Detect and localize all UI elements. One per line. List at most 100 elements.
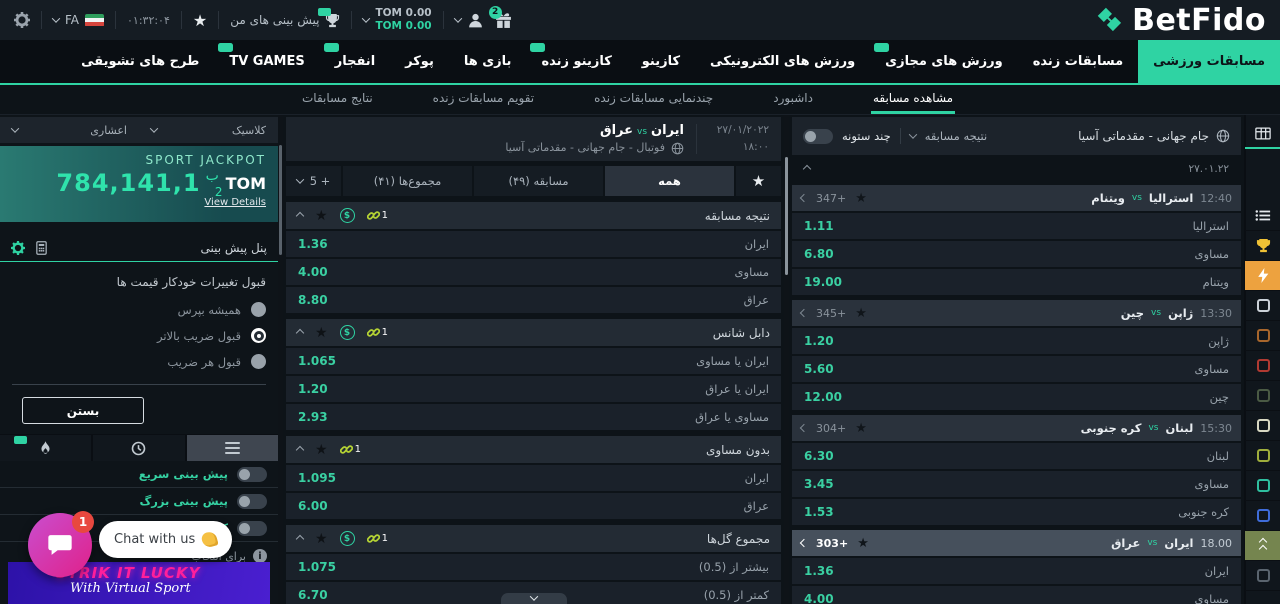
odds-row[interactable]: 2.93 مساوی یا عراق [286,404,781,430]
match-row-header[interactable]: +304 ★ 15:30 لبنان vs کره جنوبی [792,415,1241,441]
odds-row[interactable]: 1.20 ایران یا عراق [286,376,781,402]
odds-row[interactable]: 5.60 مساوی [792,356,1241,382]
match-star-icon[interactable]: ★ [855,421,867,436]
odds-row[interactable]: 1.065 ایران یا مساوی [286,348,781,374]
market-filter-select[interactable]: نتیجه مسابقه [925,129,988,143]
scrollbar-thumb[interactable] [279,145,282,255]
nav-item[interactable]: کازینو زنده [526,40,626,83]
odds-row[interactable]: 8.80 عراق [286,287,781,313]
odds-row[interactable]: 1.36 ایران [286,231,781,257]
market-header[interactable]: ★ $ 1 مجموع گل‌ها [286,525,781,552]
collapse-icon[interactable] [803,165,811,173]
nav-item[interactable]: انفجار [320,40,390,83]
market-tab[interactable]: مجموع‌ها (۴۱) [343,166,472,196]
gift-button[interactable]: 2 [495,12,512,29]
collapse-all-icon[interactable] [1245,531,1280,561]
nav-item[interactable]: ورزش های مجازی [870,40,1018,83]
more-markets-count[interactable]: +347 [816,192,846,205]
odds-row[interactable]: 1.36 ایران [792,558,1241,584]
market-tab[interactable]: مسابقه (۴۹) [474,166,603,196]
date-group-row[interactable]: ۲۷.۰۱.۲۲ [792,158,1241,180]
scrollbar[interactable] [784,115,789,604]
sport-flag-icon[interactable] [1245,441,1280,471]
radio-option[interactable]: همیشه بپرس [12,302,266,317]
subnav-item[interactable]: مشاهده مسابقه [871,85,955,114]
more-markets-count[interactable]: +345 [816,307,846,320]
toggle-switch[interactable] [237,494,267,509]
nav-item[interactable]: بازی ها [449,40,527,83]
odds-row[interactable]: 1.53 کره جنوبی [792,499,1241,525]
match-star-icon[interactable]: ★ [855,191,867,206]
collapse-icon[interactable] [296,445,304,453]
nav-item[interactable]: مسابقات زنده [1018,40,1138,83]
subnav-item[interactable]: داشبورد [771,85,815,114]
sport-flag-icon[interactable] [1245,471,1280,501]
scroll-down-button[interactable] [501,593,567,604]
sidebar-toggle-row[interactable]: پیش بینی بزرگ [0,488,278,515]
calculator-icon[interactable] [35,241,48,255]
odds-format-classic[interactable]: کلاسیک [139,117,278,143]
match-row-header[interactable]: +347 ★ 12:40 استرالیا vs ویتنام [792,185,1241,211]
sport-flag-icon[interactable] [1245,291,1280,321]
nav-item[interactable]: مسابقات ورزشی [1138,40,1280,83]
close-button[interactable]: بستن [22,397,144,424]
odds-row[interactable]: 19.00 ویتنام [792,269,1241,295]
more-markets-count[interactable]: +304 [816,422,846,435]
scrollbar-thumb[interactable] [785,157,788,275]
multi-column-toggle[interactable] [803,129,833,144]
market-header[interactable]: ★ $ 1 دابل شانس [286,319,781,346]
odds-row[interactable]: 1.11 استرالیا [792,213,1241,239]
account-menu[interactable] [455,12,484,29]
sport-jackpot-card[interactable]: SPORT JACKPOT 784,141,1 ب 2 TOM View Det… [0,146,278,222]
betfido-logo[interactable]: BetFido [1094,3,1266,38]
odds-row[interactable]: 6.30 لبنان [792,443,1241,469]
nav-item[interactable]: TV GAMES [214,40,319,83]
list-view-icon[interactable] [1245,201,1280,231]
nav-item[interactable]: ورزش های الکترونیکی [695,40,870,83]
match-star-icon[interactable]: ★ [857,536,869,551]
chat-with-us-pill[interactable]: Chat with us [99,521,232,558]
toggle-switch[interactable] [237,467,267,482]
odds-row[interactable]: 1.095 ایران [286,465,781,491]
match-star-icon[interactable]: ★ [855,306,867,321]
collapse-icon[interactable] [296,534,304,542]
chat-launcher-button[interactable]: 1 [28,513,92,577]
view-details-link[interactable]: View Details [12,197,266,208]
odds-row[interactable]: 1.20 ژاپن [792,328,1241,354]
odds-row[interactable]: 4.00 مساوی [286,259,781,285]
nav-item[interactable]: کازینو [627,40,695,83]
market-star-icon[interactable]: ★ [315,325,328,341]
odds-row[interactable]: 6.80 مساوی [792,241,1241,267]
subnav-item[interactable]: چندنمایی مسابقات زنده [592,85,715,114]
my-bets-menu[interactable]: پیش بینی های من [230,13,340,28]
market-star-icon[interactable]: ★ [315,208,328,224]
more-markets-count[interactable]: +303 [816,537,848,550]
market-star-icon[interactable]: ★ [315,442,328,458]
sport-flag-icon[interactable] [1245,321,1280,351]
collapse-icon[interactable] [296,211,304,219]
favorites-star-icon[interactable]: ★ [193,11,207,30]
trophy-icon[interactable] [1245,231,1280,261]
radio-button[interactable] [251,302,266,317]
sport-flag-icon[interactable] [1245,351,1280,381]
sport-flag-icon[interactable] [1245,411,1280,441]
market-header[interactable]: ★ $ 1 نتیجه مسابقه [286,202,781,229]
nav-item[interactable]: طرح های تشویقی [66,40,214,83]
radio-option[interactable]: قبول هر ضریب [12,354,266,369]
tab-betslip-list[interactable] [187,435,278,461]
market-tab[interactable]: همه [605,166,734,196]
odds-row[interactable]: 4.00 مساوی [792,586,1241,604]
settings-gear-icon[interactable] [14,12,30,28]
odds-row[interactable]: 1.075 بیشتر از (0.5) [286,554,781,580]
match-row-header[interactable]: +345 ★ 13:30 ژاپن vs چین [792,300,1241,326]
sport-flag-icon[interactable] [1245,561,1280,591]
sport-flag-icon[interactable] [1245,501,1280,531]
language-selector[interactable]: FA [53,13,104,27]
odds-row[interactable]: 6.00 عراق [286,493,781,519]
market-header[interactable]: ★ $ 1 بدون مساوی [286,436,781,463]
gear-icon[interactable] [11,241,25,255]
nav-item[interactable]: پوکر [390,40,449,83]
odds-format-decimal[interactable]: اعشاری [0,117,139,143]
market-star-icon[interactable]: ★ [315,531,328,547]
radio-option[interactable]: قبول ضریب بالاتر [12,328,266,343]
